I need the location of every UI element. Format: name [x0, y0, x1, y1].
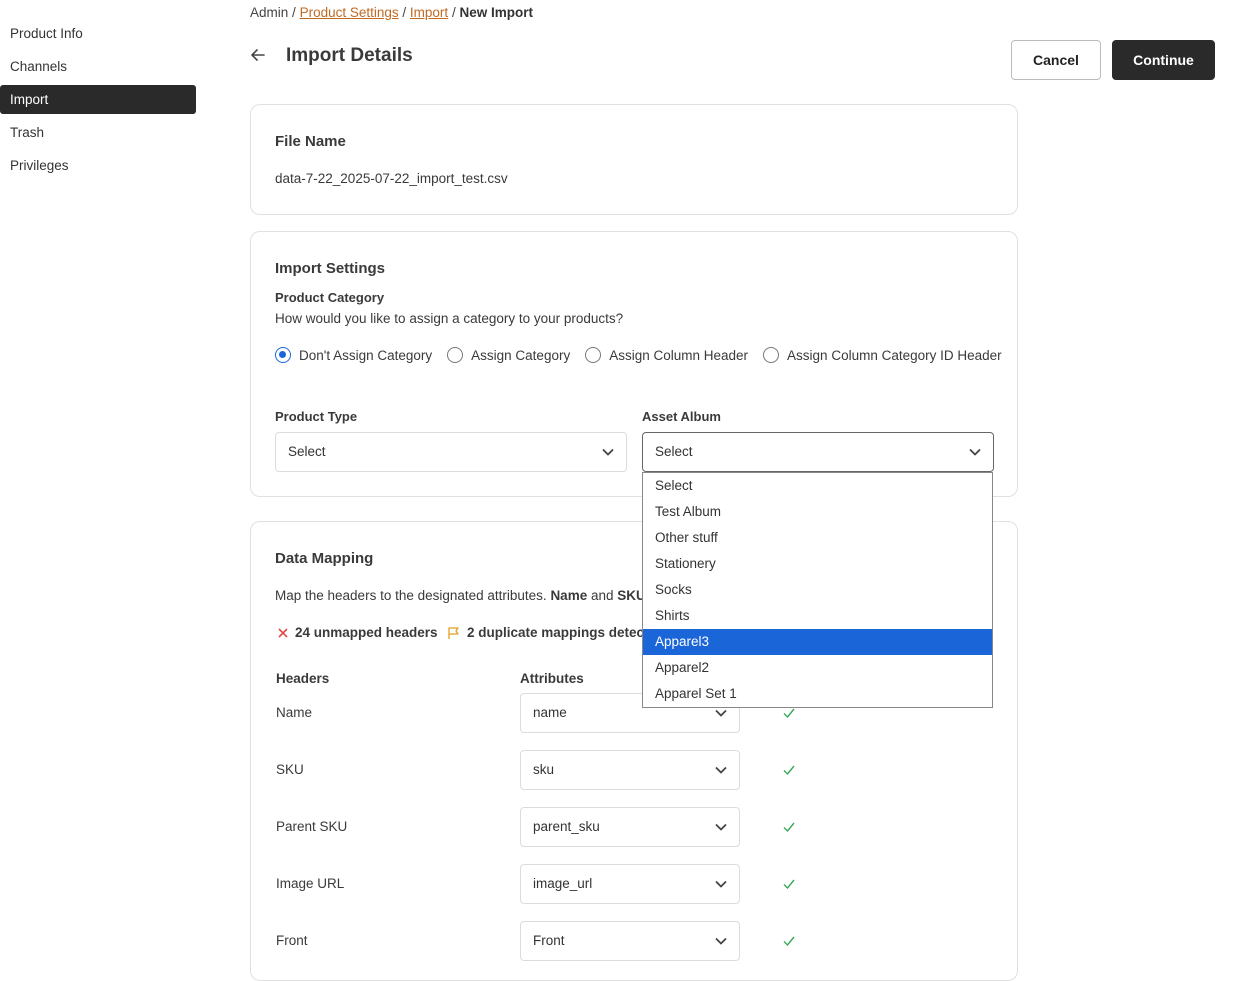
radio-label: Don't Assign Category — [299, 347, 433, 363]
chevron-down-icon — [715, 937, 727, 945]
sidebar: Product Info Channels Import Trash Privi… — [0, 0, 200, 968]
dropdown-option-apparel-set-1[interactable]: Apparel Set 1 — [643, 681, 992, 707]
product-type-select[interactable]: Select — [275, 432, 627, 472]
chevron-down-icon — [969, 448, 981, 456]
mapping-row-header: Image URL — [276, 876, 345, 891]
duplicate-count: 2 duplicate mappings detecte — [467, 625, 657, 640]
radio-unchecked-icon — [763, 347, 780, 363]
check-icon — [783, 822, 795, 833]
dropdown-option-apparel2[interactable]: Apparel2 — [643, 655, 992, 681]
desc-prefix: Map the headers to the designated attrib… — [275, 588, 551, 603]
unmapped-count: 24 unmapped headers — [295, 625, 438, 640]
file-name-value: data-7-22_2025-07-22_import_test.csv — [275, 171, 508, 186]
dropdown-option-socks[interactable]: Socks — [643, 577, 992, 603]
attribute-select[interactable]: image_url — [520, 864, 740, 904]
cancel-button[interactable]: Cancel — [1011, 40, 1101, 80]
chevron-down-icon — [715, 766, 727, 774]
mapping-row-header: Name — [276, 705, 313, 720]
dropdown-option-test-album[interactable]: Test Album — [643, 499, 992, 525]
duplicate-status: 2 duplicate mappings detecte — [447, 625, 656, 640]
dropdown-option-apparel3[interactable]: Apparel3 — [643, 629, 992, 655]
attribute-value: image_url — [533, 876, 593, 891]
breadcrumb-separator: / — [402, 5, 407, 20]
product-category-question: How would you like to assign a category … — [275, 311, 624, 326]
breadcrumb: Admin / Product Settings / Import / New … — [250, 5, 533, 20]
breadcrumb-separator: / — [292, 5, 296, 20]
continue-button[interactable]: Continue — [1112, 40, 1215, 80]
sidebar-item-channels[interactable]: Channels — [0, 52, 196, 81]
dropdown-option-stationery[interactable]: Stationery — [643, 551, 992, 577]
dropdown-option-other-stuff[interactable]: Other stuff — [643, 525, 992, 551]
radio-assign-category[interactable]: Assign Category — [447, 347, 570, 363]
category-radio-group: Don't Assign Category Assign Category As… — [275, 347, 1017, 363]
file-name-title: File Name — [275, 133, 346, 150]
page-title: Import Details — [286, 45, 413, 66]
asset-album-value: Select — [655, 444, 693, 459]
desc-name: Name — [550, 588, 588, 603]
flag-icon — [448, 626, 459, 639]
radio-dont-assign-category[interactable]: Don't Assign Category — [275, 347, 432, 363]
attribute-select[interactable]: sku — [520, 750, 740, 790]
check-icon — [783, 708, 795, 719]
radio-label: Assign Column Category ID Header — [787, 347, 1002, 363]
breadcrumb-link-import[interactable]: Import — [410, 5, 448, 20]
chevron-down-icon — [715, 823, 727, 831]
file-name-card: File Name data-7-22_2025-07-22_import_te… — [250, 104, 1018, 215]
mapping-row-header: Parent SKU — [276, 819, 348, 834]
asset-album-label: Asset Album — [642, 409, 721, 424]
product-category-label: Product Category — [275, 290, 385, 305]
breadcrumb-current: New Import — [459, 5, 533, 20]
check-icon — [783, 765, 795, 776]
product-type-value: Select — [288, 444, 326, 459]
attribute-value: name — [533, 705, 567, 720]
data-mapping-description: Map the headers to the designated attrib… — [275, 588, 661, 603]
chevron-down-icon — [602, 448, 614, 456]
sidebar-item-product-info[interactable]: Product Info — [0, 19, 196, 48]
error-x-icon — [278, 627, 288, 638]
import-settings-card: Import Settings Product Category How wou… — [250, 231, 1018, 497]
attributes-column-title: Attributes — [520, 671, 584, 686]
radio-unchecked-icon — [585, 347, 602, 363]
desc-and: and — [587, 588, 618, 603]
headers-column-title: Headers — [276, 671, 330, 686]
sidebar-item-trash[interactable]: Trash — [0, 118, 196, 147]
dropdown-option-select[interactable]: Select — [643, 473, 992, 499]
import-settings-title: Import Settings — [275, 260, 386, 277]
sidebar-item-privileges[interactable]: Privileges — [0, 151, 196, 180]
data-mapping-title: Data Mapping — [275, 550, 374, 567]
attribute-value: Front — [533, 933, 565, 948]
radio-assign-column-category-id-header[interactable]: Assign Column Category ID Header — [763, 347, 1002, 363]
attribute-select[interactable]: parent_sku — [520, 807, 740, 847]
radio-checked-icon — [275, 347, 291, 363]
dropdown-option-shirts[interactable]: Shirts — [643, 603, 992, 629]
attribute-value: sku — [533, 762, 555, 777]
check-icon — [783, 936, 795, 947]
product-type-label: Product Type — [275, 409, 358, 424]
breadcrumb-separator: / — [451, 5, 456, 20]
mapping-row-header: Front — [276, 933, 308, 948]
attribute-value: parent_sku — [533, 819, 600, 834]
radio-assign-column-header[interactable]: Assign Column Header — [585, 347, 748, 363]
chevron-down-icon — [715, 880, 727, 888]
radio-label: Assign Column Header — [609, 347, 749, 363]
mapping-row-header: SKU — [276, 762, 304, 777]
chevron-down-icon — [715, 709, 727, 717]
breadcrumb-root: Admin — [250, 5, 289, 20]
unmapped-status: 24 unmapped headers — [277, 625, 438, 640]
radio-label: Assign Category — [471, 347, 571, 363]
breadcrumb-link-product-settings[interactable]: Product Settings — [300, 5, 399, 20]
asset-album-select[interactable]: Select — [642, 432, 994, 472]
radio-unchecked-icon — [447, 347, 464, 363]
check-icon — [783, 879, 795, 890]
attribute-select[interactable]: Front — [520, 921, 740, 961]
sidebar-item-import[interactable]: Import — [0, 85, 196, 114]
back-arrow-icon[interactable] — [248, 45, 268, 65]
asset-album-dropdown: Select Test Album Other stuff Stationery… — [642, 472, 993, 708]
